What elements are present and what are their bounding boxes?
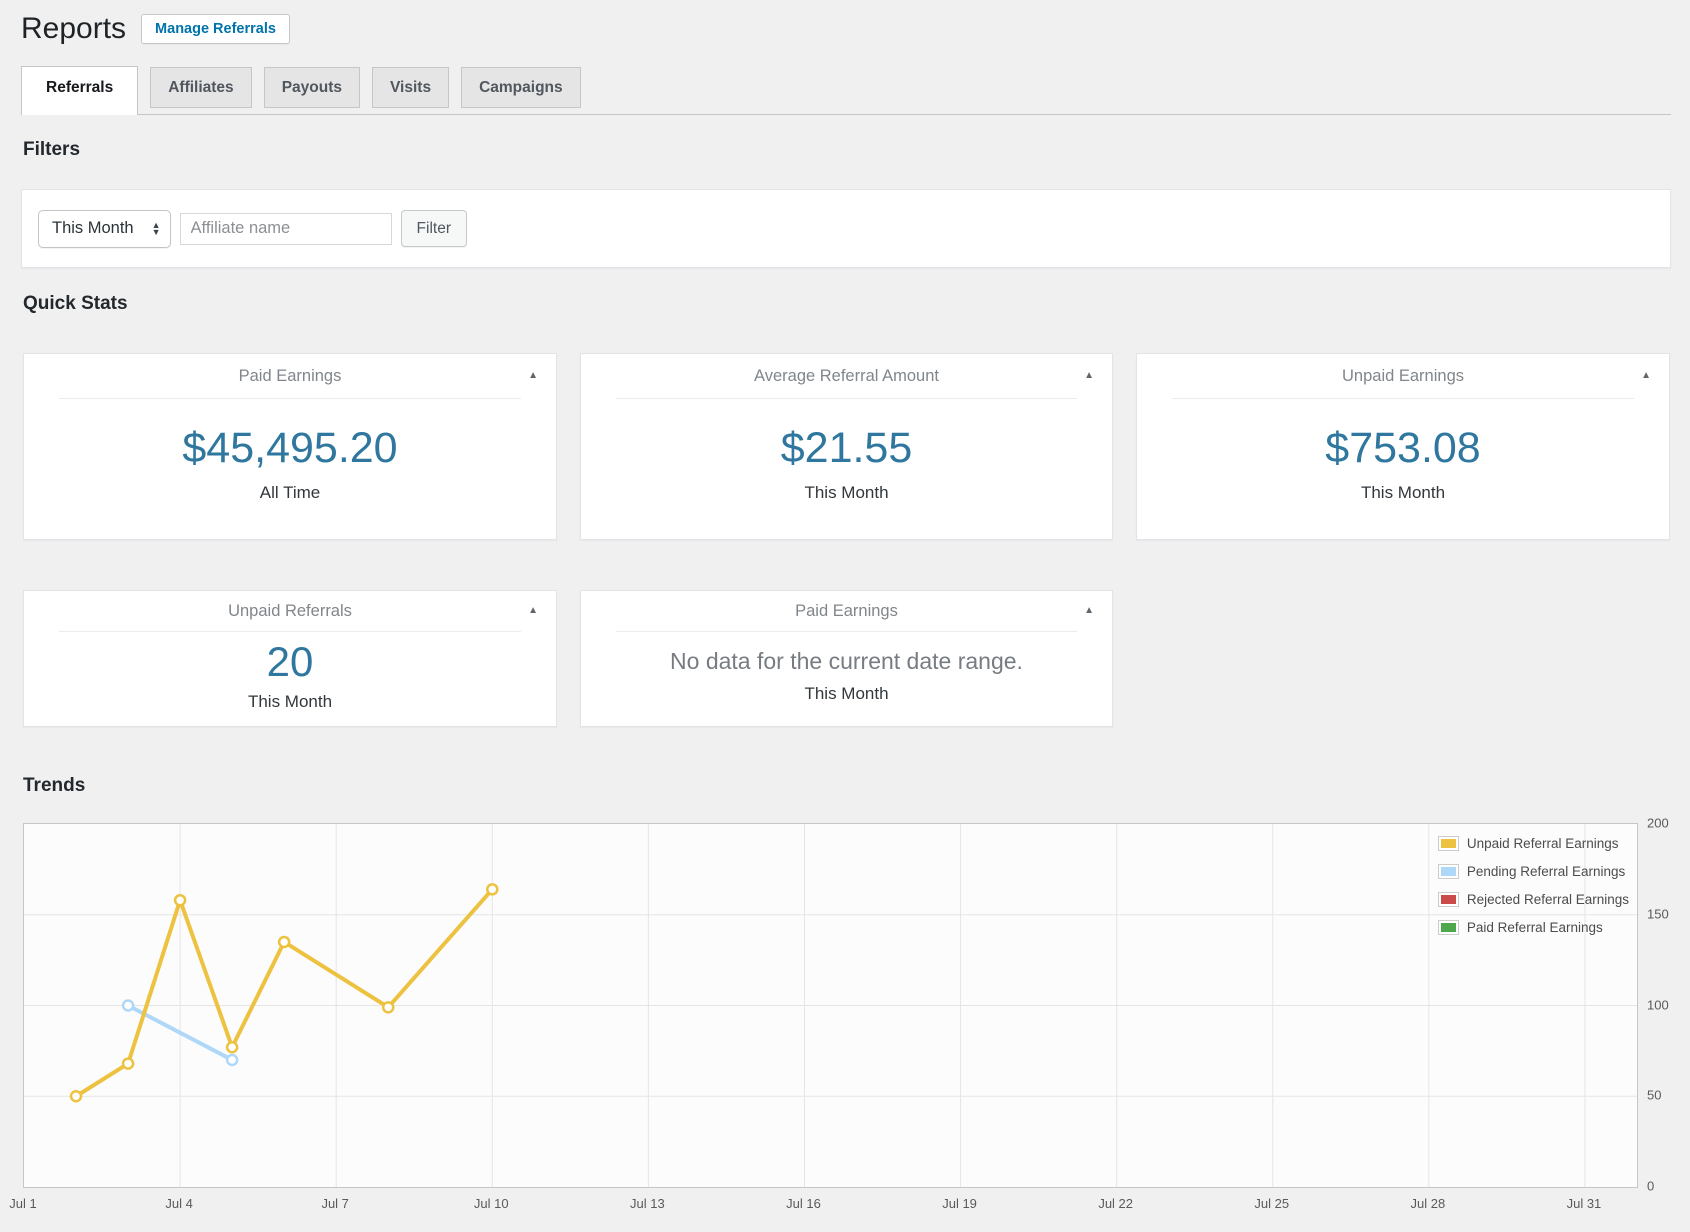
chart-canvas bbox=[24, 824, 1637, 1187]
legend-label: Paid Referral Earnings bbox=[1467, 920, 1603, 935]
stat-card-header: Paid Earnings ▲ bbox=[24, 354, 556, 398]
filter-button[interactable]: Filter bbox=[401, 210, 467, 247]
stat-period: This Month bbox=[248, 692, 332, 712]
stat-card-title: Paid Earnings bbox=[795, 602, 898, 621]
series-unpaid-referral-earnings bbox=[71, 884, 497, 1101]
data-point bbox=[227, 1055, 237, 1065]
date-range-select[interactable]: This Month ▲▼ bbox=[38, 210, 171, 248]
date-range-value: This Month bbox=[52, 219, 134, 238]
tab-referrals[interactable]: Referrals bbox=[21, 66, 138, 115]
title-row: Reports Manage Referrals bbox=[21, 10, 290, 48]
x-tick-label: Jul 25 bbox=[1254, 1196, 1289, 1211]
stat-card-title: Average Referral Amount bbox=[754, 367, 939, 386]
x-tick-label: Jul 1 bbox=[9, 1196, 36, 1211]
trends-heading: Trends bbox=[23, 775, 85, 797]
collapse-toggle-icon[interactable]: ▲ bbox=[1641, 371, 1651, 381]
no-data-message: No data for the current date range. bbox=[670, 648, 1023, 675]
legend-label: Rejected Referral Earnings bbox=[1467, 892, 1629, 907]
x-tick-label: Jul 16 bbox=[786, 1196, 821, 1211]
tab-bar: Referrals Affiliates Payouts Visits Campaign… bbox=[21, 66, 1671, 115]
stat-card-body: 20 This Month bbox=[24, 632, 556, 726]
data-point bbox=[175, 895, 185, 905]
y-tick-label: 150 bbox=[1647, 906, 1669, 921]
y-tick-label: 200 bbox=[1647, 816, 1669, 831]
legend-swatch bbox=[1439, 837, 1458, 850]
data-point bbox=[279, 937, 289, 947]
stat-value: $45,495.20 bbox=[182, 427, 397, 470]
legend-item: Unpaid Referral Earnings bbox=[1439, 833, 1629, 854]
data-point bbox=[227, 1042, 237, 1052]
quick-stats-heading: Quick Stats bbox=[23, 293, 128, 315]
stat-period: All Time bbox=[260, 483, 320, 503]
stat-card-title: Unpaid Referrals bbox=[228, 602, 352, 621]
y-tick-label: 0 bbox=[1647, 1179, 1654, 1194]
stat-card-body: $21.55 This Month bbox=[581, 399, 1112, 539]
y-tick-label: 50 bbox=[1647, 1088, 1661, 1103]
legend-swatch bbox=[1439, 921, 1458, 934]
stat-card-header: Unpaid Earnings ▲ bbox=[1137, 354, 1669, 398]
chart-legend: Unpaid Referral Earnings Pending Referral… bbox=[1439, 833, 1629, 938]
legend-item: Rejected Referral Earnings bbox=[1439, 889, 1629, 910]
page-title: Reports bbox=[21, 10, 126, 48]
legend-label: Pending Referral Earnings bbox=[1467, 864, 1625, 879]
stat-card: Average Referral Amount ▲ $21.55 This Month bbox=[580, 353, 1113, 540]
x-tick-label: Jul 19 bbox=[942, 1196, 977, 1211]
filters-heading: Filters bbox=[23, 139, 80, 161]
stat-card-header: Paid Earnings ▲ bbox=[581, 591, 1112, 631]
collapse-toggle-icon[interactable]: ▲ bbox=[528, 371, 538, 381]
legend-item: Paid Referral Earnings bbox=[1439, 917, 1629, 938]
x-tick-label: Jul 4 bbox=[165, 1196, 192, 1211]
tab-visits[interactable]: Visits bbox=[372, 67, 449, 108]
data-point bbox=[71, 1091, 81, 1101]
data-point bbox=[487, 884, 497, 894]
stat-period: This Month bbox=[804, 483, 888, 503]
manage-referrals-button[interactable]: Manage Referrals bbox=[141, 14, 290, 45]
x-tick-label: Jul 7 bbox=[321, 1196, 348, 1211]
stat-card-title: Paid Earnings bbox=[239, 367, 342, 386]
stat-card-title: Unpaid Earnings bbox=[1342, 367, 1464, 386]
stat-value: $21.55 bbox=[781, 427, 913, 470]
legend-item: Pending Referral Earnings bbox=[1439, 861, 1629, 882]
x-tick-label: Jul 10 bbox=[474, 1196, 509, 1211]
data-point bbox=[383, 1002, 393, 1012]
trends-chart: Unpaid Referral Earnings Pending Referral… bbox=[23, 823, 1638, 1188]
x-tick-label: Jul 28 bbox=[1411, 1196, 1446, 1211]
data-point bbox=[123, 1001, 133, 1011]
stat-card: Paid Earnings ▲ No data for the current da… bbox=[580, 590, 1113, 727]
chart-y-axis: 050100150200 bbox=[1647, 823, 1689, 1188]
stat-value: $753.08 bbox=[1325, 427, 1480, 470]
stat-period: This Month bbox=[1361, 483, 1445, 503]
filter-box: This Month ▲▼ Filter bbox=[21, 189, 1671, 268]
stat-card: Unpaid Earnings ▲ $753.08 This Month bbox=[1136, 353, 1670, 540]
collapse-toggle-icon[interactable]: ▲ bbox=[528, 606, 538, 616]
tab-campaigns[interactable]: Campaigns bbox=[461, 67, 581, 108]
tab-payouts[interactable]: Payouts bbox=[264, 67, 360, 108]
stat-card-body: No data for the current date range. This … bbox=[581, 632, 1112, 726]
chart-x-axis: Jul 1Jul 4Jul 7Jul 10Jul 13Jul 16Jul 19J… bbox=[23, 1196, 1638, 1216]
legend-label: Unpaid Referral Earnings bbox=[1467, 836, 1619, 851]
stat-card-body: $45,495.20 All Time bbox=[24, 399, 556, 539]
legend-swatch bbox=[1439, 893, 1458, 906]
y-tick-label: 100 bbox=[1647, 997, 1669, 1012]
x-tick-label: Jul 13 bbox=[630, 1196, 665, 1211]
stat-card: Unpaid Referrals ▲ 20 This Month bbox=[23, 590, 557, 727]
stat-value: 20 bbox=[267, 641, 314, 683]
x-tick-label: Jul 31 bbox=[1567, 1196, 1602, 1211]
stat-card-header: Unpaid Referrals ▲ bbox=[24, 591, 556, 631]
stat-card-header: Average Referral Amount ▲ bbox=[581, 354, 1112, 398]
stat-card: Paid Earnings ▲ $45,495.20 All Time bbox=[23, 353, 557, 540]
affiliate-name-input[interactable] bbox=[180, 213, 392, 245]
collapse-toggle-icon[interactable]: ▲ bbox=[1084, 371, 1094, 381]
collapse-toggle-icon[interactable]: ▲ bbox=[1084, 606, 1094, 616]
x-tick-label: Jul 22 bbox=[1098, 1196, 1133, 1211]
stat-card-body: $753.08 This Month bbox=[1137, 399, 1669, 539]
select-arrows-icon: ▲▼ bbox=[152, 222, 161, 235]
data-point bbox=[123, 1059, 133, 1069]
stat-period: This Month bbox=[804, 684, 888, 704]
legend-swatch bbox=[1439, 865, 1458, 878]
tab-affiliates[interactable]: Affiliates bbox=[150, 67, 251, 108]
